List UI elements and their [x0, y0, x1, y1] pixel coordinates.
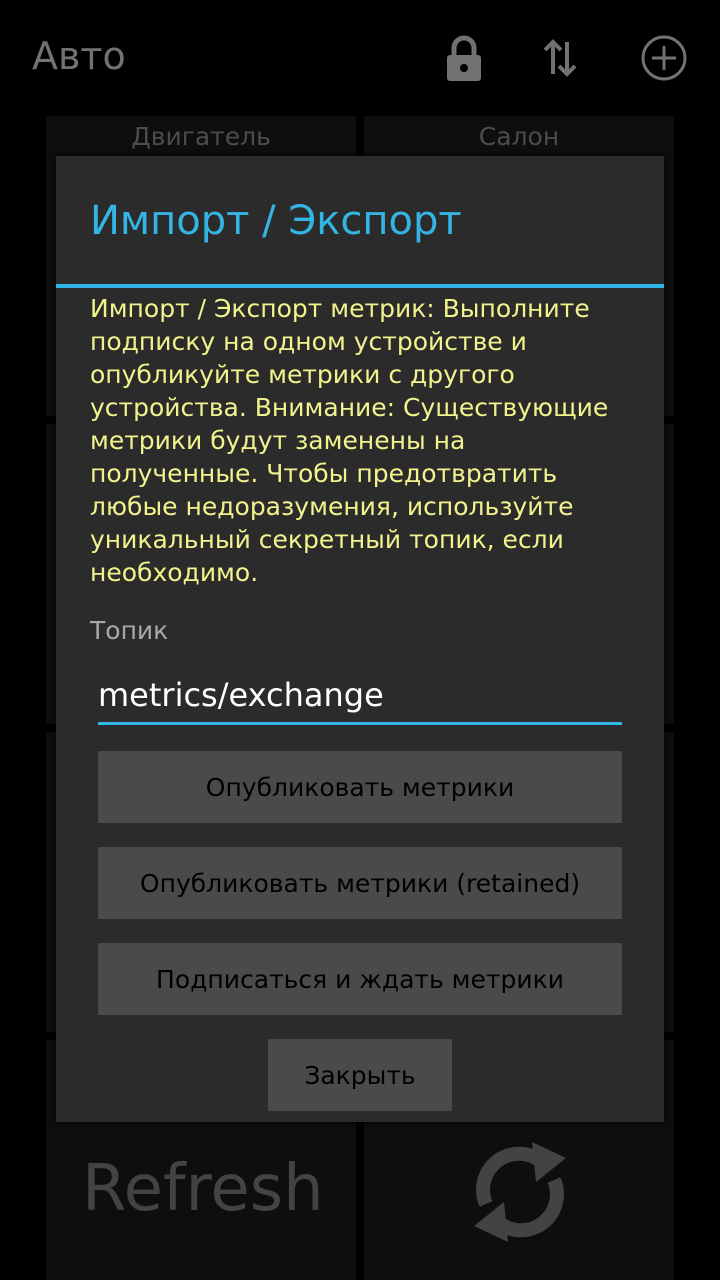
subscribe-wait-button[interactable]: Подписаться и ждать метрики [98, 943, 622, 1015]
close-button[interactable]: Закрыть [268, 1039, 452, 1111]
topic-input[interactable] [98, 668, 622, 725]
import-export-dialog: Импорт / Экспорт Импорт / Экспорт метрик… [56, 156, 664, 1122]
publish-metrics-button[interactable]: Опубликовать метрики [98, 751, 622, 823]
dialog-message: Импорт / Экспорт метрик: Выполните подпи… [90, 294, 609, 587]
dialog-title: Импорт / Экспорт [90, 198, 462, 244]
dialog-title-divider [56, 284, 664, 288]
topic-label: Топик [90, 616, 169, 645]
publish-retained-button[interactable]: Опубликовать метрики (retained) [98, 847, 622, 919]
